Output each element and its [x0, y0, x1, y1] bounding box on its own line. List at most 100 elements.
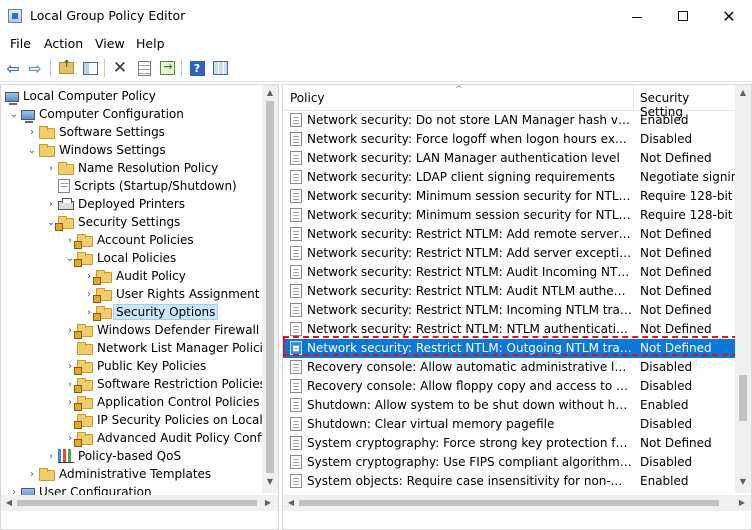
expander-expanded-icon[interactable]: ⌄ [25, 145, 39, 156]
policy-name: Shutdown: Clear virtual memory pagefile [307, 417, 555, 431]
table-row[interactable]: Shutdown: Allow system to be shut down w… [283, 396, 735, 415]
scroll-left-icon[interactable]: ◀ [4, 498, 14, 507]
table-row[interactable]: Recovery console: Allow automatic admini… [283, 358, 735, 377]
expander-collapsed-icon[interactable]: › [25, 469, 39, 480]
tree-item-name-resolution-policy[interactable]: › Name Resolution Policy [44, 159, 218, 177]
up-one-level-button[interactable] [57, 59, 75, 77]
menu-help[interactable]: Help [136, 36, 165, 51]
table-row[interactable]: Network security: LDAP client signing re… [283, 168, 740, 187]
minimize-button[interactable] [614, 0, 660, 32]
scroll-down-icon[interactable]: ▼ [262, 477, 278, 486]
scroll-up-icon[interactable]: ▲ [735, 88, 751, 97]
list-scroll-thumb[interactable] [739, 375, 747, 421]
table-row[interactable]: Recovery console: Allow floppy copy and … [283, 377, 735, 396]
scroll-right-icon[interactable]: ▶ [737, 498, 747, 507]
scroll-down-icon[interactable]: ▼ [735, 477, 751, 486]
toolbar-separator [181, 59, 182, 77]
tree-item-security-options[interactable]: › Security Options [82, 303, 219, 321]
tree-item-advanced-audit-policy[interactable]: › Advanced Audit Policy Config [63, 429, 272, 447]
tree-vertical-scrollbar[interactable]: ▲ ▼ [262, 85, 278, 493]
tree-item-scripts[interactable]: Scripts (Startup/Shutdown) [58, 177, 237, 195]
table-row[interactable]: Network security: Force logoff when logo… [283, 130, 735, 149]
maximize-button[interactable] [660, 0, 706, 32]
table-row[interactable]: Network security: Minimum session securi… [283, 187, 740, 206]
expander-collapsed-icon[interactable]: › [44, 199, 58, 210]
tree-item-account-policies[interactable]: › Account Policies [63, 231, 194, 249]
table-row[interactable]: Shutdown: Clear virtual memory pagefile D… [283, 415, 735, 434]
policy-name: Network security: LAN Manager authentica… [307, 151, 620, 165]
policy-name: Network security: Minimum session securi… [307, 189, 633, 203]
scroll-up-icon[interactable]: ▲ [262, 88, 278, 97]
table-row[interactable]: Network security: Restrict NTLM: Audit N… [283, 282, 735, 301]
tree-item-user-rights-assignment[interactable]: › User Rights Assignment [82, 285, 259, 303]
scroll-right-icon[interactable]: ▶ [263, 498, 273, 507]
policy-icon [290, 151, 302, 165]
tree-scroll-thumb[interactable] [266, 101, 274, 473]
tree-item-audit-policy[interactable]: › Audit Policy [82, 267, 186, 285]
table-row[interactable]: System cryptography: Use FIPS compliant … [283, 453, 735, 472]
expander-collapsed-icon[interactable]: › [44, 163, 58, 174]
close-button[interactable]: ✕ [706, 0, 752, 32]
menu-action[interactable]: Action [44, 36, 83, 51]
list-horizontal-scrollbar[interactable]: ◀ ▶ [283, 495, 751, 511]
policy-setting: Not Defined [640, 284, 712, 298]
table-row[interactable]: Network security: Restrict NTLM: NTLM au… [283, 320, 735, 339]
column-header-policy[interactable]: Policy [290, 91, 325, 105]
tree-item-windows-defender-firewall[interactable]: › Windows Defender Firewall wi [63, 321, 276, 339]
tree-item-software-settings[interactable]: › Software Settings [25, 123, 165, 141]
scroll-left-icon[interactable]: ◀ [286, 498, 296, 507]
table-row[interactable]: Network security: Restrict NTLM: Add ser… [283, 244, 735, 263]
policy-name: Network security: Minimum session securi… [307, 208, 633, 222]
table-row[interactable]: Network security: LAN Manager authentica… [283, 149, 735, 168]
console-tree[interactable]: Local Computer Policy ⌄ Computer Configu… [0, 84, 279, 530]
tree-item-label: Local Computer Policy [23, 89, 156, 103]
tree-item-application-control-policies[interactable]: › Application Control Policies [63, 393, 259, 411]
forward-arrow-icon: ⇨ [28, 58, 42, 78]
list-hscroll-thumb[interactable] [299, 500, 719, 506]
table-row[interactable]: Network security: Restrict NTLM: Incomin… [283, 301, 735, 320]
policy-name: Network security: LDAP client signing re… [307, 170, 616, 184]
tree-horizontal-scrollbar[interactable]: ◀ ▶ [1, 495, 278, 511]
menu-view[interactable]: View [95, 36, 125, 51]
tree-item-network-list-manager-policies[interactable]: Network List Manager Policies [77, 339, 277, 357]
policy-name: Network security: Do not store LAN Manag… [307, 113, 633, 127]
filter-button[interactable] [211, 59, 229, 77]
table-row[interactable]: System cryptography: Force strong key pr… [283, 434, 735, 453]
expander-collapsed-icon[interactable]: › [44, 451, 58, 462]
minimize-icon [632, 16, 642, 18]
tree-item-windows-settings[interactable]: ⌄ Windows Settings [25, 141, 166, 159]
list-vertical-scrollbar[interactable]: ▲ ▼ [735, 85, 751, 493]
tree-item-policy-based-qos[interactable]: › Policy-based QoS [44, 447, 181, 465]
policy-list[interactable]: ^ Policy Security Setting Network securi… [282, 84, 752, 530]
policy-setting: Not Defined [640, 246, 712, 260]
tree-item-public-key-policies[interactable]: › Public Key Policies [63, 357, 206, 375]
table-row[interactable]: System objects: Require case insensitivi… [283, 472, 735, 491]
tree-item-local-policies[interactable]: ⌄ Local Policies [63, 249, 176, 267]
tree-item-computer-configuration[interactable]: ⌄ Computer Configuration [7, 105, 184, 123]
tree-item-ip-security-policies[interactable]: IP Security Policies on Local C [74, 411, 275, 429]
forward-button[interactable]: ⇨ [26, 58, 44, 78]
properties-button[interactable] [135, 59, 153, 77]
tree-item-administrative-templates[interactable]: › Administrative Templates [25, 465, 211, 483]
help-button[interactable]: ? [188, 59, 206, 77]
table-row[interactable]: Network security: Restrict NTLM: Audit I… [283, 263, 735, 282]
folder-lock-icon [93, 269, 112, 285]
tree-item-security-settings[interactable]: ⌄ Security Settings [44, 213, 180, 231]
column-divider[interactable] [633, 85, 634, 111]
delete-button[interactable]: ✕ [111, 58, 129, 78]
back-button[interactable]: ⇦ [4, 59, 22, 78]
table-row[interactable]: Network security: Minimum session securi… [283, 206, 740, 225]
table-row[interactable]: Network security: Restrict NTLM: Add rem… [283, 225, 735, 244]
show-hide-tree-button[interactable] [81, 59, 99, 77]
up-folder-icon [58, 59, 74, 74]
tree-item-local-computer-policy[interactable]: Local Computer Policy [5, 87, 156, 105]
table-row[interactable]: Network security: Do not store LAN Manag… [283, 111, 735, 130]
expander-expanded-icon[interactable]: ⌄ [7, 109, 21, 120]
export-list-button[interactable] [158, 59, 176, 77]
tree-item-software-restriction-policies[interactable]: › Software Restriction Policies [63, 375, 266, 393]
expander-collapsed-icon[interactable]: › [25, 127, 39, 138]
tree-item-deployed-printers[interactable]: › Deployed Printers [44, 195, 185, 213]
menu-file[interactable]: File [10, 36, 31, 51]
tree-hscroll-thumb[interactable] [17, 500, 257, 506]
table-row-selected[interactable]: Network security: Restrict NTLM: Outgoin… [283, 336, 738, 358]
